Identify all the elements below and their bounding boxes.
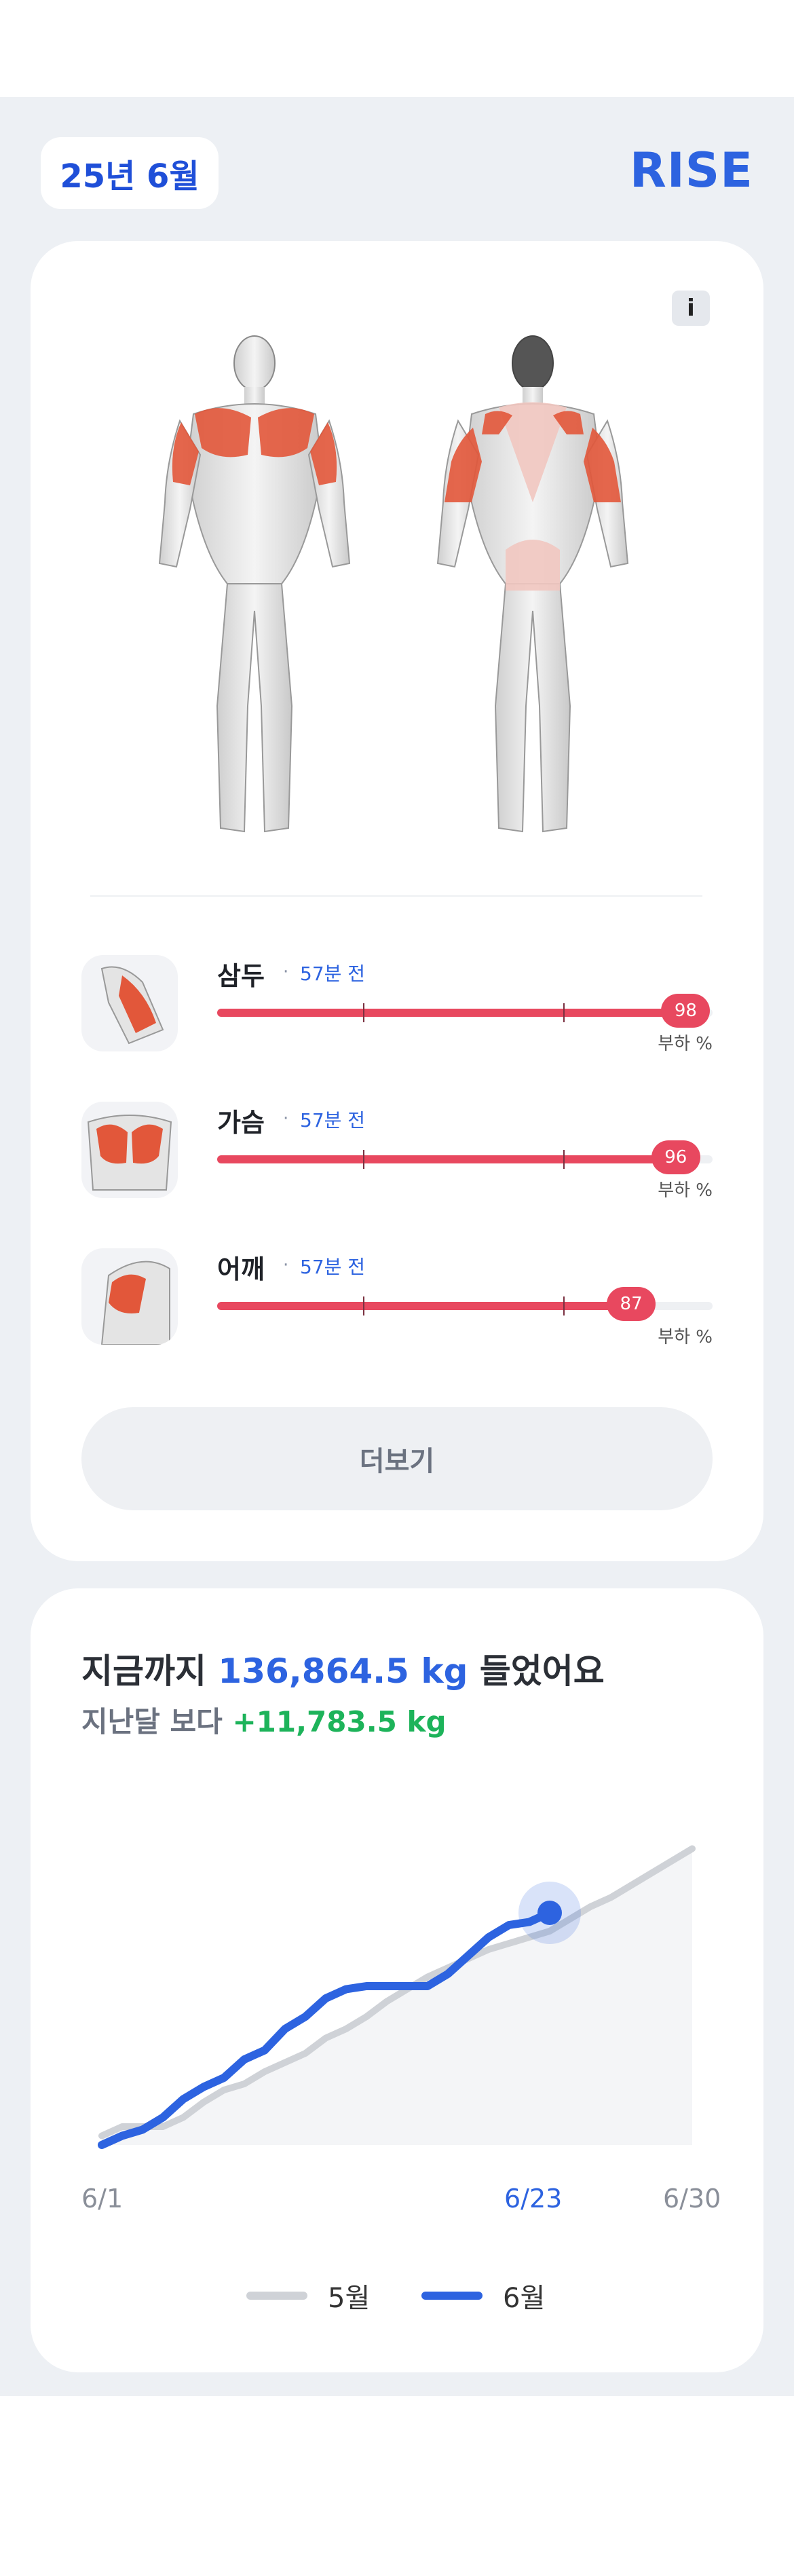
muscle-name: 어깨 xyxy=(217,1254,265,1284)
load-bar: 87 xyxy=(217,1287,713,1321)
comparison-prefix: 지난달 보다 xyxy=(81,1705,233,1738)
volume-card: 지금까지 136,864.5 kg 들었어요 지난달 보다 +11,783.5 … xyxy=(31,1588,763,2372)
body-back-figure xyxy=(436,335,629,833)
load-bar-tick xyxy=(563,1296,565,1315)
brand-logo: RISE xyxy=(629,143,753,198)
last-trained-time: 57분 전 xyxy=(300,963,366,985)
load-bar-tick xyxy=(363,1150,364,1169)
x-axis-label-today: 6/23 xyxy=(504,2184,563,2214)
load-bar: 98 xyxy=(217,994,713,1028)
load-unit-label: 부하 % xyxy=(658,1327,713,1347)
current-point xyxy=(537,1901,562,1925)
legend-item-june: 6월 xyxy=(421,2276,545,2315)
last-trained-time: 57분 전 xyxy=(300,1109,366,1132)
legend-swatch xyxy=(421,2292,483,2300)
volume-line-chart xyxy=(98,1845,696,2149)
load-unit-label: 부하 % xyxy=(658,1180,713,1201)
month-label: 25년 6월 xyxy=(60,157,200,195)
legend-item-may: 5월 xyxy=(246,2276,370,2315)
load-bar: 96 xyxy=(217,1140,713,1174)
load-bar-tick xyxy=(363,1003,364,1022)
muscle-row-triceps[interactable]: 삼두 · 57분 전 98 부하 % xyxy=(81,955,719,1064)
legend-label: 6월 xyxy=(503,2283,546,2314)
legend-label: 5월 xyxy=(328,2283,371,2314)
load-unit-label: 부하 % xyxy=(658,1034,713,1054)
triceps-thumbnail xyxy=(81,955,178,1051)
info-button[interactable]: i xyxy=(672,291,710,326)
total-volume-value: 136,864.5 kg xyxy=(218,1651,468,1691)
body-front-figure xyxy=(158,335,351,833)
chest-thumbnail xyxy=(81,1102,178,1198)
muscle-row-chest[interactable]: 가슴 · 57분 전 96 부하 % xyxy=(81,1102,719,1210)
load-badge: 96 xyxy=(651,1140,700,1174)
load-bar-tick xyxy=(563,1150,565,1169)
more-button[interactable]: 더보기 xyxy=(81,1407,713,1510)
muscle-row-shoulders[interactable]: 어깨 · 57분 전 87 부하 % xyxy=(81,1248,719,1357)
last-trained-time: 57분 전 xyxy=(300,1256,366,1278)
load-badge: 87 xyxy=(607,1287,656,1321)
comparison-text: 지난달 보다 +11,783.5 kg xyxy=(81,1699,447,1740)
load-bar-tick xyxy=(363,1296,364,1315)
headline-suffix: 들었어요 xyxy=(468,1651,605,1691)
card-divider xyxy=(90,895,702,897)
load-bar-tick xyxy=(563,1003,565,1022)
separator-dot: · xyxy=(283,962,289,982)
load-badge: 98 xyxy=(661,994,711,1028)
load-bar-fill xyxy=(217,1009,703,1017)
load-bar-fill xyxy=(217,1302,649,1310)
separator-dot: · xyxy=(283,1255,289,1275)
x-axis-label-start: 6/1 xyxy=(81,2184,124,2214)
total-volume-headline: 지금까지 136,864.5 kg 들었어요 xyxy=(81,1644,605,1693)
legend-swatch xyxy=(246,2292,307,2300)
x-axis-label-end: 6/30 xyxy=(663,2184,721,2214)
headline-prefix: 지금까지 xyxy=(81,1651,219,1691)
month-selector[interactable]: 25년 6월 xyxy=(41,137,219,209)
load-bar-fill xyxy=(217,1155,693,1163)
muscle-name: 삼두 xyxy=(217,961,265,991)
separator-dot: · xyxy=(283,1108,289,1129)
muscle-load-card: i 삼두 · 57분 전 98 부하 % 가슴 · 57분 전 96 부하 % … xyxy=(31,241,763,1561)
shoulder-thumbnail xyxy=(81,1248,178,1345)
muscle-name: 가슴 xyxy=(217,1108,265,1138)
comparison-delta: +11,783.5 kg xyxy=(232,1705,447,1738)
